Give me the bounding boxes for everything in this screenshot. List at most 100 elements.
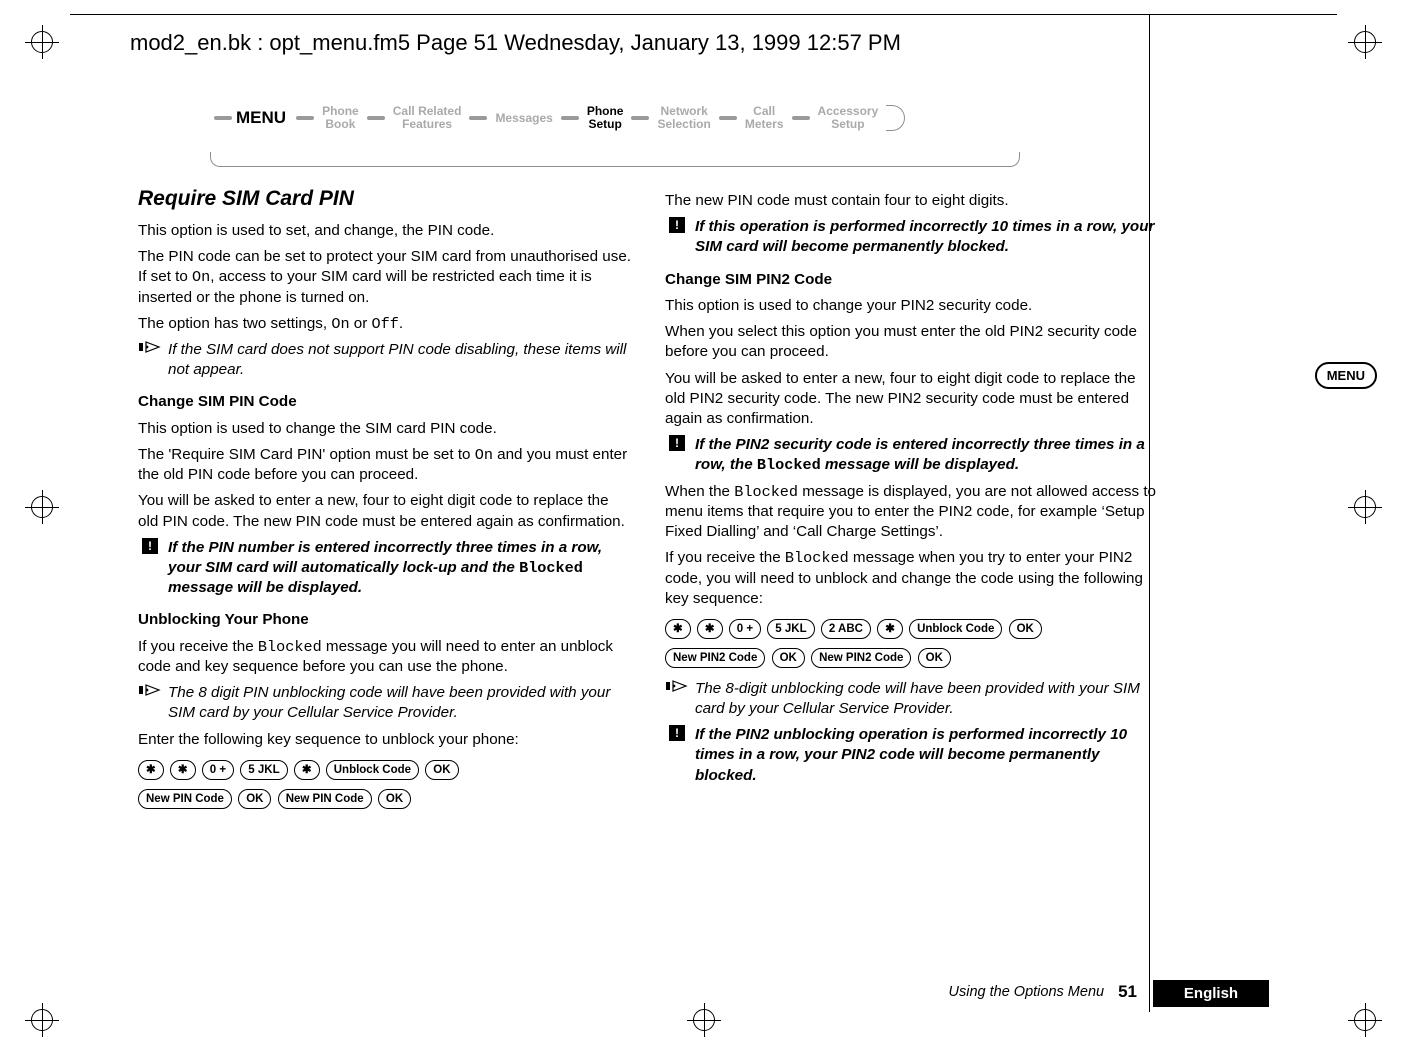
note: If the SIM card does not support PIN cod… bbox=[138, 340, 633, 380]
left-column: Require SIM Card PIN This option is used… bbox=[138, 185, 633, 819]
key-star: ✱ bbox=[294, 760, 320, 780]
language-box: English bbox=[1153, 980, 1269, 1007]
crumb-bar bbox=[719, 116, 737, 120]
svg-text:!: ! bbox=[675, 726, 679, 740]
warning-text: If the PIN2 security code is entered inc… bbox=[695, 435, 1160, 475]
key-ok: OK bbox=[772, 648, 805, 668]
key-sequence-unblock-pin: ✱ ✱ 0 + 5 JKL ✱ Unblock Code OK New PIN … bbox=[138, 756, 633, 814]
warning-icon: ! bbox=[138, 538, 162, 599]
key-ok: OK bbox=[238, 789, 271, 809]
crumb-bar bbox=[469, 116, 487, 120]
h3-change-sim-pin2: Change SIM PIN2 Code bbox=[665, 270, 1160, 290]
key-star: ✱ bbox=[877, 619, 903, 639]
note: The 8 digit PIN unblocking code will hav… bbox=[138, 683, 633, 723]
crumb-network-selection: NetworkSelection bbox=[653, 105, 714, 131]
paragraph: If you receive the Blocked message you w… bbox=[138, 637, 633, 677]
running-head: mod2_en.bk : opt_menu.fm5 Page 51 Wednes… bbox=[130, 30, 901, 56]
key-star: ✱ bbox=[697, 619, 723, 639]
key-unblock-code: Unblock Code bbox=[909, 619, 1002, 639]
key-two: 2 ABC bbox=[821, 619, 871, 639]
h3-unblocking: Unblocking Your Phone bbox=[138, 610, 633, 630]
paragraph: This option is used to change your PIN2 … bbox=[665, 296, 1160, 316]
key-star: ✱ bbox=[138, 760, 164, 780]
registration-mark bbox=[25, 25, 59, 59]
key-new-pin: New PIN Code bbox=[278, 789, 372, 809]
note-icon bbox=[138, 340, 162, 380]
paragraph: This option is used to set, and change, … bbox=[138, 221, 633, 241]
paragraph: You will be asked to enter a new, four t… bbox=[138, 491, 633, 531]
svg-text:!: ! bbox=[675, 436, 679, 450]
note-text: If the SIM card does not support PIN cod… bbox=[168, 340, 633, 380]
paragraph: If you receive the Blocked message when … bbox=[665, 548, 1160, 609]
warning: ! If the PIN2 unblocking operation is pe… bbox=[665, 725, 1160, 786]
paragraph: When you select this option you must ent… bbox=[665, 322, 1160, 362]
note-text: The 8 digit PIN unblocking code will hav… bbox=[168, 683, 633, 723]
warning-icon: ! bbox=[665, 435, 689, 475]
paragraph: Enter the following key sequence to unbl… bbox=[138, 730, 633, 750]
paragraph: You will be asked to enter a new, four t… bbox=[665, 369, 1160, 430]
registration-mark bbox=[1348, 490, 1382, 524]
note-icon bbox=[138, 683, 162, 723]
registration-mark bbox=[1348, 1003, 1382, 1037]
crumb-bar bbox=[296, 116, 314, 120]
key-new-pin2: New PIN2 Code bbox=[665, 648, 765, 668]
key-unblock-code: Unblock Code bbox=[326, 760, 419, 780]
paragraph: The PIN code can be set to protect your … bbox=[138, 247, 633, 308]
key-five: 5 JKL bbox=[240, 760, 287, 780]
crumb-bar bbox=[561, 116, 579, 120]
warning-text: If the PIN number is entered incorrectly… bbox=[168, 538, 633, 599]
crumb-bar bbox=[631, 116, 649, 120]
crumb-endcap bbox=[886, 105, 905, 131]
key-ok: OK bbox=[425, 760, 458, 780]
key-star: ✱ bbox=[665, 619, 691, 639]
note-icon bbox=[665, 679, 689, 719]
breadcrumb: MENU PhoneBook Call RelatedFeatures Mess… bbox=[210, 105, 1020, 165]
crumb-bar bbox=[214, 116, 232, 120]
key-ok: OK bbox=[918, 648, 951, 668]
note-text: The 8-digit unblocking code will have be… bbox=[695, 679, 1160, 719]
note: The 8-digit unblocking code will have be… bbox=[665, 679, 1160, 719]
key-star: ✱ bbox=[170, 760, 196, 780]
registration-mark bbox=[25, 1003, 59, 1037]
warning: ! If this operation is performed incorre… bbox=[665, 217, 1160, 257]
crumb-rail bbox=[210, 152, 1020, 167]
key-zero: 0 + bbox=[202, 760, 234, 780]
key-zero: 0 + bbox=[729, 619, 761, 639]
menu-badge: MENU bbox=[1315, 362, 1377, 389]
key-ok: OK bbox=[1009, 619, 1042, 639]
paragraph: This option is used to change the SIM ca… bbox=[138, 419, 633, 439]
warning: ! If the PIN number is entered incorrect… bbox=[138, 538, 633, 599]
right-column: The new PIN code must contain four to ei… bbox=[665, 185, 1160, 792]
crumb-phone-book: PhoneBook bbox=[318, 105, 363, 131]
paragraph: When the Blocked message is displayed, y… bbox=[665, 482, 1160, 543]
warning-text: If this operation is performed incorrect… bbox=[695, 217, 1160, 257]
key-five: 5 JKL bbox=[767, 619, 814, 639]
key-new-pin: New PIN Code bbox=[138, 789, 232, 809]
crumb-menu-label: MENU bbox=[236, 108, 286, 128]
footer: Using the Options Menu 51 bbox=[949, 982, 1137, 1002]
registration-mark bbox=[687, 1003, 721, 1037]
header-rule bbox=[70, 14, 1337, 15]
footer-page: 51 bbox=[1118, 982, 1137, 1002]
crumb-bar bbox=[792, 116, 810, 120]
h3-change-sim-pin: Change SIM PIN Code bbox=[138, 392, 633, 412]
paragraph: The 'Require SIM Card PIN' option must b… bbox=[138, 445, 633, 485]
warning-text: If the PIN2 unblocking operation is perf… bbox=[695, 725, 1160, 786]
svg-text:!: ! bbox=[148, 539, 152, 553]
crumb-accessory-setup: AccessorySetup bbox=[814, 105, 883, 131]
crumb-phone-setup: PhoneSetup bbox=[583, 105, 628, 131]
crumb-messages: Messages bbox=[491, 112, 556, 125]
crumb-bar bbox=[367, 116, 385, 120]
paragraph: The option has two settings, On or Off. bbox=[138, 314, 633, 334]
paragraph: The new PIN code must contain four to ei… bbox=[665, 191, 1160, 211]
svg-text:!: ! bbox=[675, 218, 679, 232]
key-ok: OK bbox=[378, 789, 411, 809]
footer-section: Using the Options Menu bbox=[949, 984, 1105, 1000]
key-new-pin2: New PIN2 Code bbox=[811, 648, 911, 668]
registration-mark bbox=[25, 490, 59, 524]
h2-require-sim-pin: Require SIM Card PIN bbox=[138, 185, 633, 213]
key-sequence-unblock-pin2: ✱ ✱ 0 + 5 JKL 2 ABC ✱ Unblock Code OK Ne… bbox=[665, 615, 1160, 673]
registration-mark bbox=[1348, 25, 1382, 59]
crumb-call-meters: CallMeters bbox=[741, 105, 788, 131]
warning-icon: ! bbox=[665, 217, 689, 257]
